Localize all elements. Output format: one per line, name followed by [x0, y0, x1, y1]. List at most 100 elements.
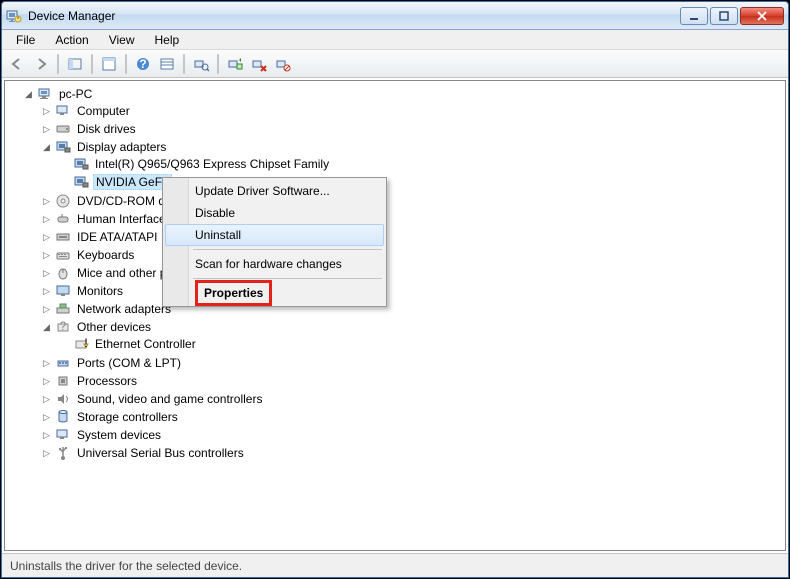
tree-label: Processors — [75, 374, 139, 388]
tree-item-system[interactable]: ▷ System devices — [41, 427, 785, 443]
menu-scan-hardware[interactable]: Scan for hardware changes — [165, 253, 384, 275]
collapse-icon[interactable]: ◢ — [41, 322, 52, 333]
tree-label: Monitors — [75, 284, 125, 298]
tree-item-sound[interactable]: ▷ Sound, video and game controllers — [41, 391, 785, 407]
tree-item-disk[interactable]: ▷ Disk drives — [41, 121, 785, 137]
svg-text:?: ? — [139, 57, 146, 71]
show-hide-tree-button[interactable] — [64, 53, 86, 75]
separator — [57, 54, 59, 74]
tree-label: NVIDIA GeFo — [93, 174, 172, 190]
tree-label: IDE ATA/ATAPI — [75, 230, 159, 244]
tree-label: Disk drives — [75, 122, 138, 136]
forward-button[interactable] — [30, 53, 52, 75]
collapse-icon[interactable]: ◢ — [23, 89, 34, 100]
display-adapter-icon — [55, 139, 71, 155]
expand-icon[interactable]: ▷ — [41, 124, 52, 135]
device-tree-panel[interactable]: ◢ pc-PC ▷Computer ▷ Disk drives ◢Display … — [4, 80, 786, 551]
tree-label: Network adapters — [75, 302, 173, 316]
ports-icon — [55, 355, 71, 371]
update-driver-button[interactable] — [224, 53, 246, 75]
highlight-box: Properties — [195, 280, 272, 306]
expand-icon[interactable]: ▷ — [41, 448, 52, 459]
menu-help[interactable]: Help — [147, 31, 188, 49]
tree-item-ide[interactable]: ▷ IDE ATA/ATAPI — [41, 229, 785, 245]
tree-label: Intel(R) Q965/Q963 Express Chipset Famil… — [93, 157, 331, 171]
expand-icon[interactable]: ▷ — [41, 430, 52, 441]
tree-label: Other devices — [75, 320, 153, 334]
menu-view[interactable]: View — [101, 31, 143, 49]
network-icon — [55, 301, 71, 317]
statusbar: Uninstalls the driver for the selected d… — [2, 553, 788, 577]
properties-tool-button[interactable] — [98, 53, 120, 75]
tree-label: Sound, video and game controllers — [75, 392, 264, 406]
tree-label: pc-PC — [57, 87, 94, 101]
tree-item-ports[interactable]: ▷Ports (COM & LPT) — [41, 355, 785, 371]
tree-label: System devices — [75, 428, 163, 442]
tree-label: Ethernet Controller — [93, 337, 198, 351]
tree-label: Storage controllers — [75, 410, 180, 424]
tree-item-computer[interactable]: ▷Computer — [41, 103, 785, 119]
tree-item-keyboards[interactable]: ▷ Keyboards — [41, 247, 785, 263]
tree-item-hid[interactable]: ▷Human Interface — [41, 211, 785, 227]
expand-icon[interactable]: ▷ — [41, 286, 52, 297]
menu-separator — [193, 249, 382, 250]
tree-item-storage[interactable]: ▷ Storage controllers — [41, 409, 785, 425]
monitor-icon — [55, 283, 71, 299]
expand-icon[interactable]: ▷ — [41, 394, 52, 405]
menu-properties[interactable]: Properties — [165, 282, 384, 304]
mouse-icon — [55, 265, 71, 281]
expand-icon[interactable]: ▷ — [41, 106, 52, 117]
tree-item-mice[interactable]: ▷Mice and other p — [41, 265, 785, 281]
tree-item-other[interactable]: ◢? Other devices — [41, 319, 785, 335]
expand-icon[interactable]: ▷ — [41, 304, 52, 315]
minimize-button[interactable] — [680, 7, 708, 25]
titlebar[interactable]: Device Manager — [2, 2, 788, 30]
sound-icon — [55, 391, 71, 407]
menubar: File Action View Help — [2, 30, 788, 50]
expand-icon[interactable]: ▷ — [41, 250, 52, 261]
menu-disable[interactable]: Disable — [165, 202, 384, 224]
tree-item-usb[interactable]: ▷Universal Serial Bus controllers — [41, 445, 785, 461]
system-icon — [55, 427, 71, 443]
tree-item-display[interactable]: ◢Display adapters — [41, 139, 785, 155]
tree-item-dvd[interactable]: ▷ DVD/CD-ROM d — [41, 193, 785, 209]
tree-item-processors[interactable]: ▷ Processors — [41, 373, 785, 389]
disable-device-button[interactable] — [272, 53, 294, 75]
svg-text:?: ? — [60, 319, 67, 333]
app-icon — [6, 8, 22, 24]
tree-label: DVD/CD-ROM d — [75, 194, 167, 208]
uninstall-device-button[interactable] — [248, 53, 270, 75]
tree-root[interactable]: ◢ pc-PC — [23, 86, 785, 102]
expand-icon[interactable]: ▷ — [41, 232, 52, 243]
expand-icon[interactable]: ▷ — [41, 196, 52, 207]
hid-icon — [55, 211, 71, 227]
expand-icon[interactable]: ▷ — [41, 214, 52, 225]
tree-item-monitors[interactable]: ▷ Monitors — [41, 283, 785, 299]
expand-icon[interactable]: ▷ — [41, 376, 52, 387]
collapse-icon[interactable]: ◢ — [41, 142, 52, 153]
menu-update-driver[interactable]: Update Driver Software... — [165, 180, 384, 202]
close-button[interactable] — [740, 7, 784, 25]
back-button[interactable] — [6, 53, 28, 75]
ide-icon — [55, 229, 71, 245]
scan-hardware-button[interactable] — [190, 53, 212, 75]
window-title: Device Manager — [28, 9, 680, 23]
menu-file[interactable]: File — [8, 31, 43, 49]
menu-separator — [193, 278, 382, 279]
menu-action[interactable]: Action — [47, 31, 96, 49]
expand-icon[interactable]: ▷ — [41, 358, 52, 369]
help-tool-button[interactable]: ? — [132, 53, 154, 75]
tree-item-ethernet-controller[interactable]: ▷!Ethernet Controller — [59, 336, 785, 352]
expand-icon[interactable]: ▷ — [41, 268, 52, 279]
tree-label: Keyboards — [75, 248, 136, 262]
menu-uninstall[interactable]: Uninstall — [165, 224, 384, 246]
expand-icon[interactable]: ▷ — [41, 412, 52, 423]
maximize-button[interactable] — [710, 7, 738, 25]
computer-icon — [55, 103, 71, 119]
display-adapter-icon — [73, 156, 89, 172]
tree-item-network[interactable]: ▷ Network adapters — [41, 301, 785, 317]
tree-item-intel-display[interactable]: ▷Intel(R) Q965/Q963 Express Chipset Fami… — [59, 156, 785, 172]
computer-icon — [37, 86, 53, 102]
view-mode-button[interactable] — [156, 53, 178, 75]
keyboard-icon — [55, 247, 71, 263]
